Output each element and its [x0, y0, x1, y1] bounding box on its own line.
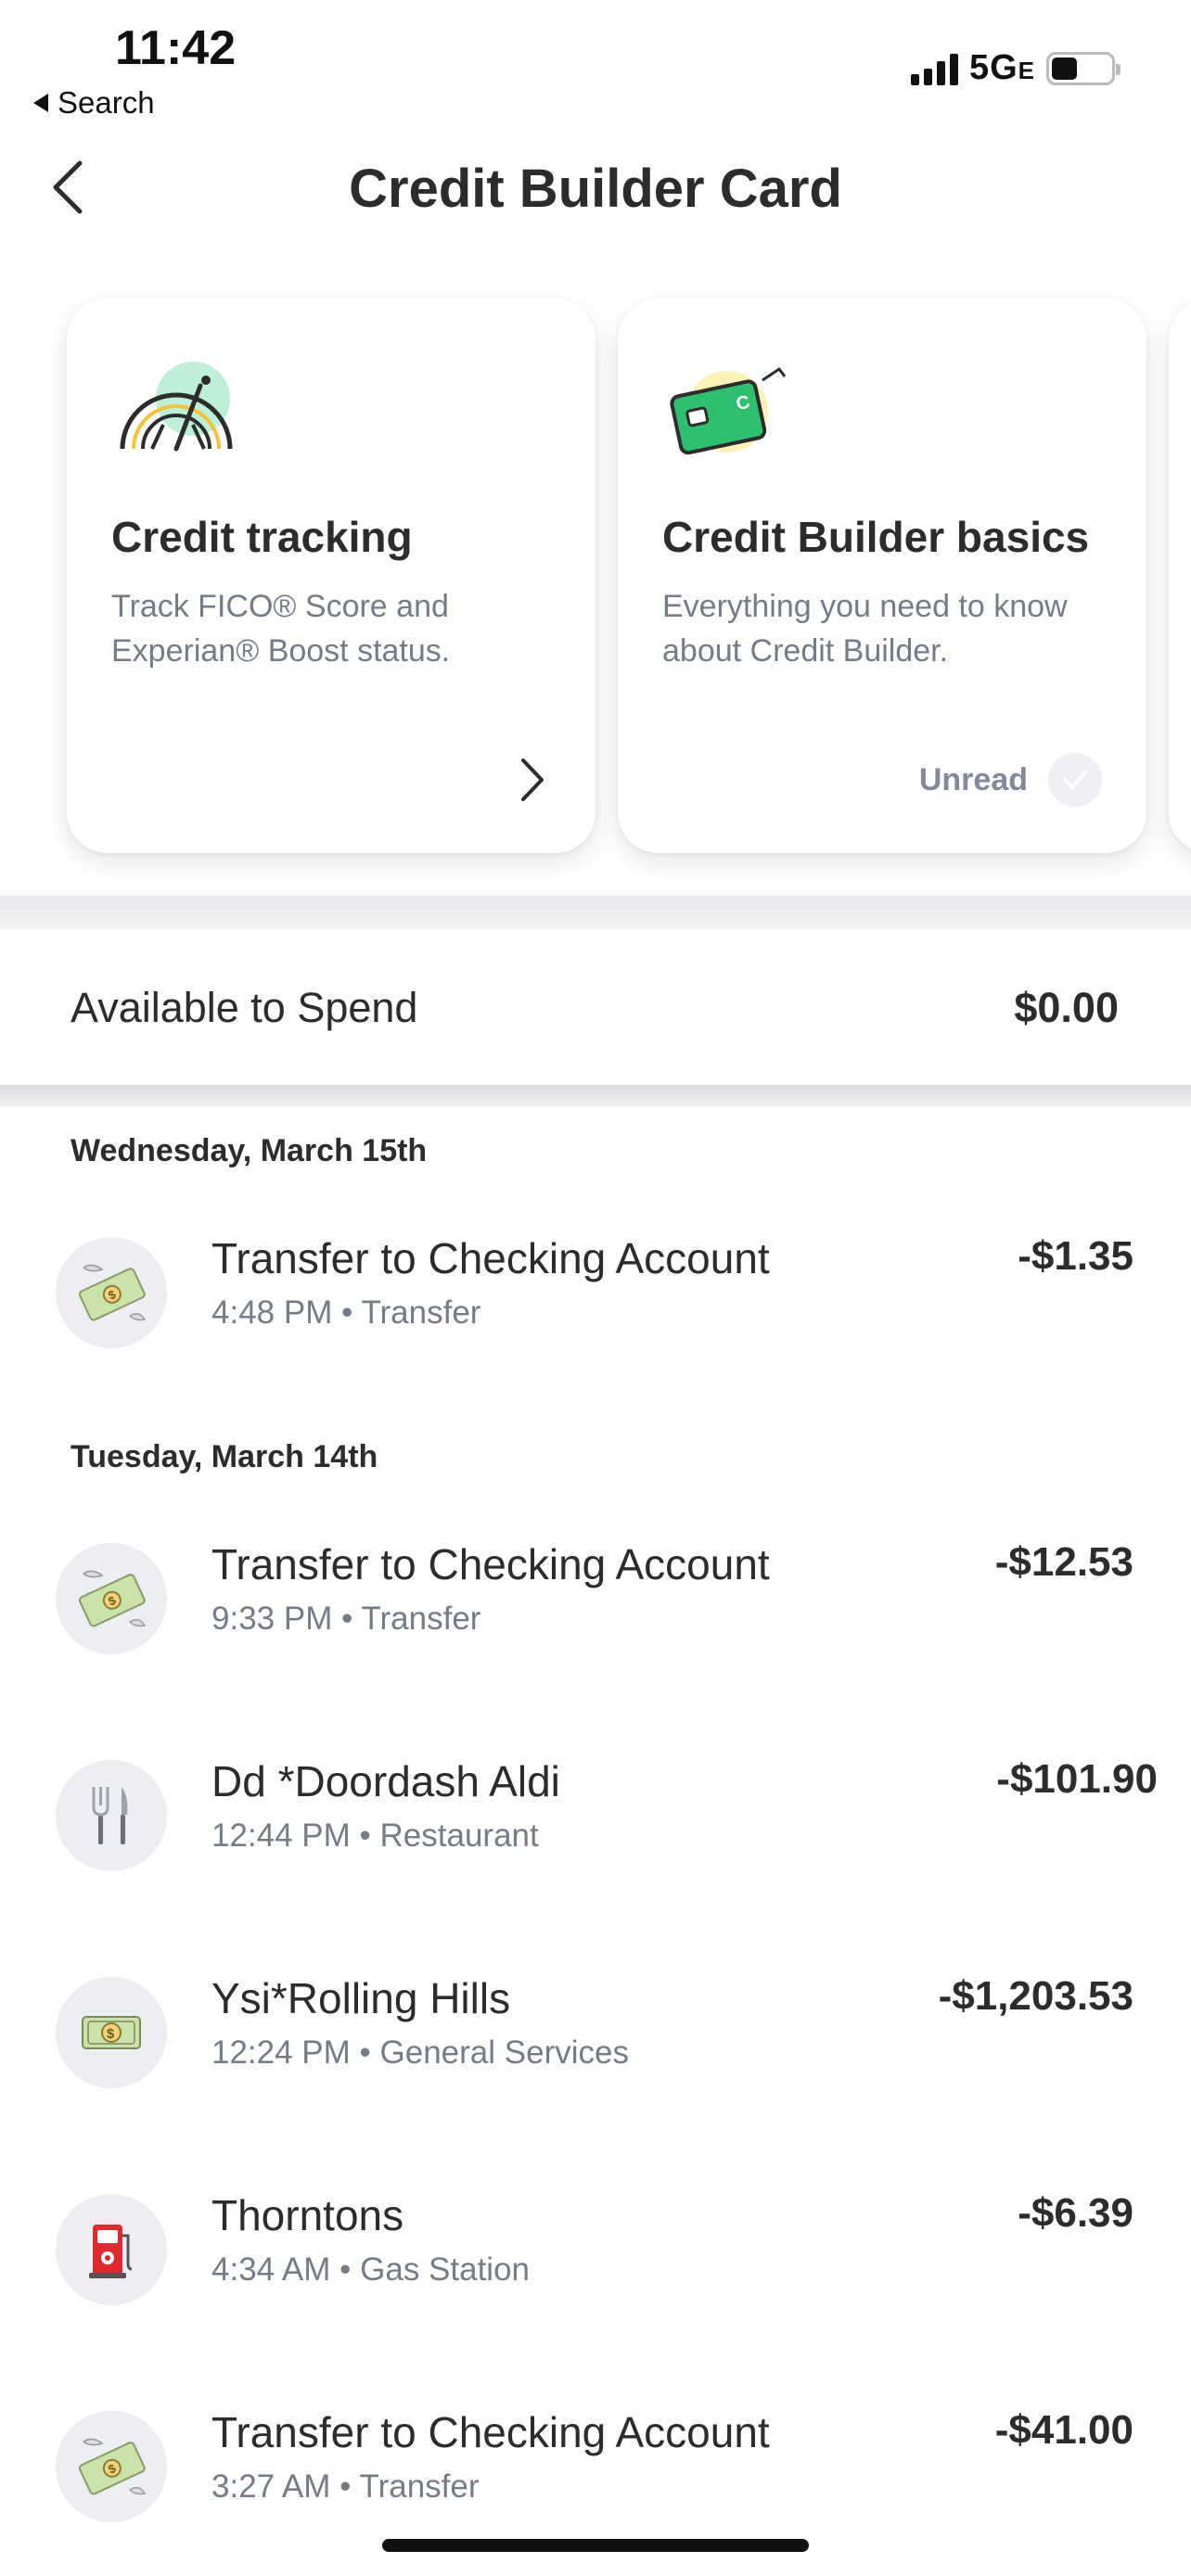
transaction-amount: -$12.53	[994, 1539, 1133, 1585]
transaction-meta: 4:48 PM • Transfer	[211, 1294, 481, 1331]
transaction-name: Transfer to Checking Account	[211, 1234, 770, 1282]
status-time: 11:42	[115, 21, 237, 75]
date-header: Tuesday, March 14th	[70, 1439, 378, 1474]
page-title: Credit Builder Card	[349, 159, 842, 219]
available-label: Available to Spend	[70, 984, 418, 1031]
transaction-amount: -$41.00	[994, 2407, 1133, 2453]
transaction-row[interactable]: Dd *Doordash Aldi 12:44 PM • Restaurant …	[0, 1756, 1191, 1877]
unread-label: Unread	[918, 761, 1028, 797]
back-triangle-icon	[33, 94, 48, 112]
battery-icon	[1046, 51, 1121, 85]
transaction-meta: 9:33 PM • Transfer	[211, 1600, 481, 1637]
network-indicator: 5GE	[968, 48, 1035, 87]
transaction-row[interactable]: Thorntons 4:34 AM • Gas Station -$6.39	[0, 2190, 1191, 2311]
available-amount: $0.00	[1014, 984, 1119, 1031]
date-header: Wednesday, March 15th	[70, 1133, 428, 1168]
card-title: Credit tracking	[111, 513, 413, 561]
fork-knife-icon	[56, 1760, 167, 1871]
status-back-link[interactable]: Search	[33, 85, 155, 121]
transaction-name: Transfer to Checking Account	[211, 2408, 770, 2456]
transaction-amount: -$1,203.53	[938, 1973, 1133, 2019]
transaction-row[interactable]: $ Transfer to Checking Account 4:48 PM •…	[0, 1233, 1191, 1354]
card-description: Track FICO® Score and Experian® Boost st…	[111, 589, 451, 669]
transaction-name: Ysi*Rolling Hills	[211, 1974, 511, 2022]
transaction-meta: 4:34 AM • Gas Station	[211, 2251, 531, 2288]
transaction-amount: -$101.90	[996, 1756, 1158, 1802]
transaction-meta: 3:27 AM • Transfer	[211, 2468, 480, 2505]
money-with-wings-icon: $	[56, 2411, 167, 2522]
card-title: Credit Builder basics	[662, 513, 1090, 561]
svg-text:$: $	[107, 2026, 115, 2042]
transaction-amount: -$6.39	[1018, 2190, 1133, 2236]
chevron-right-icon[interactable]	[518, 757, 545, 803]
transaction-row[interactable]: $ Ysi*Rolling Hills 12:24 PM • General S…	[0, 1973, 1191, 2094]
card-credit-tracking[interactable]: Credit tracking Track FICO® Score and Ex…	[67, 299, 596, 853]
transaction-name: Transfer to Checking Account	[211, 1540, 770, 1588]
card-carousel[interactable]: Credit tracking Track FICO® Score and Ex…	[0, 278, 1191, 899]
credit-card-icon: C	[670, 366, 787, 455]
home-indicator[interactable]	[382, 2539, 809, 2552]
speedometer-icon	[120, 362, 233, 452]
check-icon	[1048, 753, 1102, 807]
unread-status: Unread	[919, 753, 1102, 807]
transaction-row[interactable]: $ Transfer to Checking Account 9:33 PM •…	[0, 1539, 1191, 1660]
money-with-wings-icon: $	[56, 1543, 167, 1654]
card-description: Everything you need to know about Credit…	[662, 589, 1068, 669]
transaction-amount: -$1.35	[1018, 1233, 1133, 1279]
transaction-name: Dd *Doordash Aldi	[211, 1757, 560, 1805]
card-credit-builder-basics[interactable]: C Credit Builder basics Everything you n…	[618, 299, 1146, 853]
transaction-name: Thorntons	[211, 2191, 404, 2239]
section-divider	[0, 896, 1191, 929]
status-indicators: 5GE	[910, 48, 1121, 88]
signal-icon	[910, 52, 958, 85]
transaction-meta: 12:24 PM • General Services	[211, 2034, 629, 2071]
transaction-row[interactable]: $ Transfer to Checking Account 3:27 AM •…	[0, 2407, 1191, 2528]
transaction-meta: 12:44 PM • Restaurant	[211, 1817, 539, 1854]
section-divider	[0, 1085, 1191, 1107]
status-back-label: Search	[58, 85, 155, 120]
card-next-peek[interactable]	[1169, 299, 1191, 853]
money-with-wings-icon: $	[56, 1237, 167, 1348]
fuel-pump-icon	[56, 2194, 167, 2305]
dollar-banknote-icon: $	[56, 1977, 167, 2088]
available-to-spend-row: Available to Spend $0.00	[0, 931, 1191, 1085]
